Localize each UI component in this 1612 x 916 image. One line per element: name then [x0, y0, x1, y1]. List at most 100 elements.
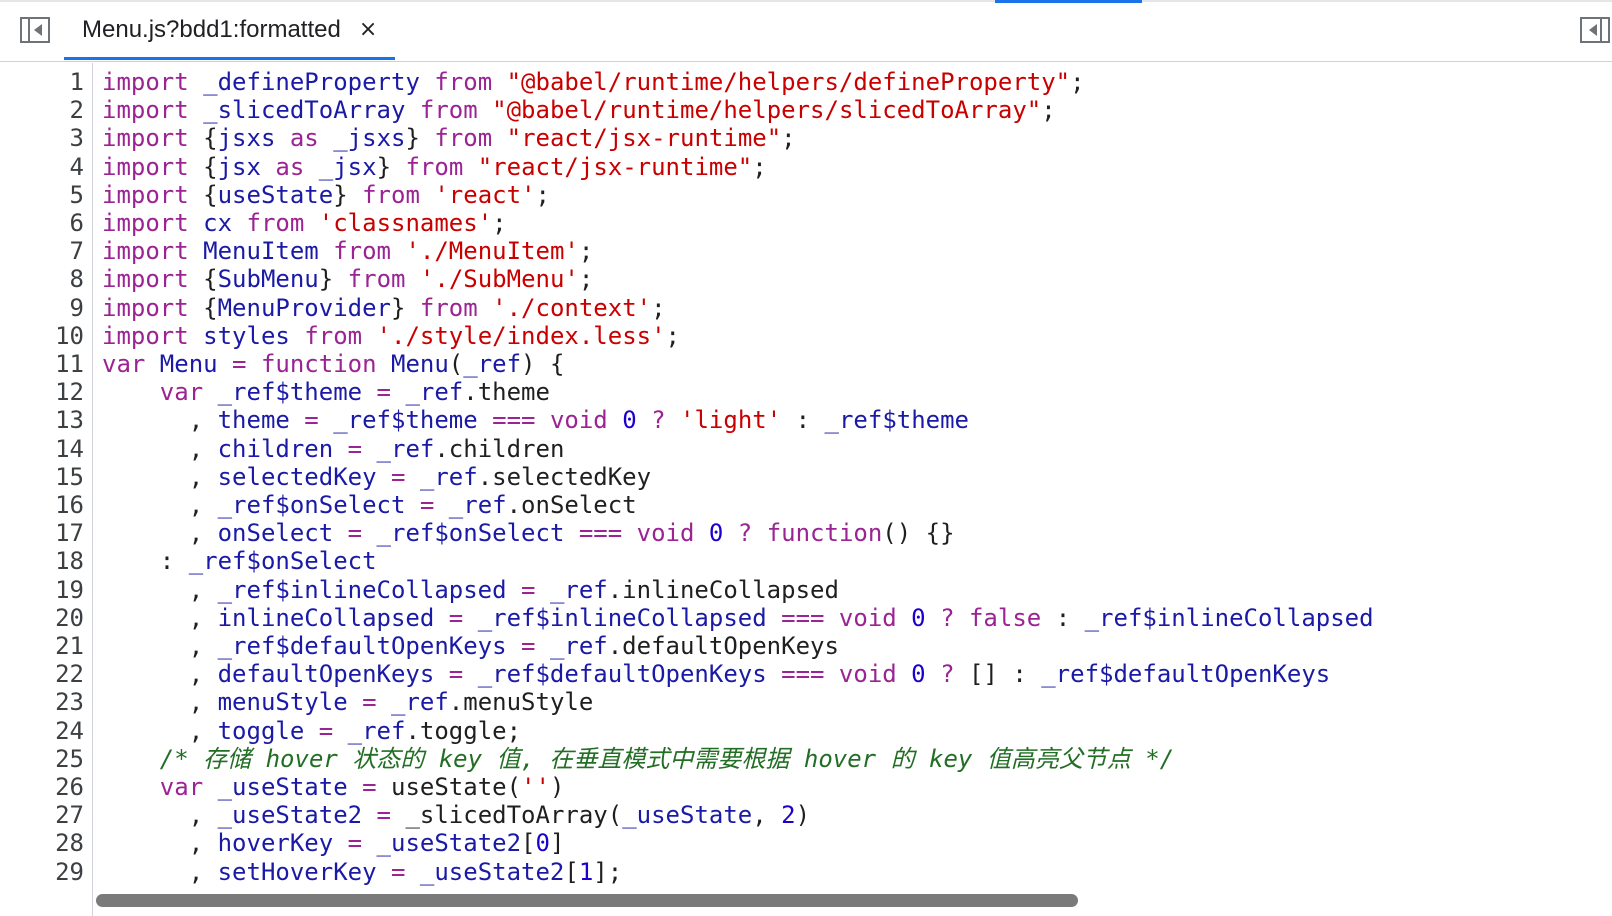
code-token: _ref [463, 350, 522, 378]
line-number[interactable]: 4 [0, 153, 84, 182]
code-token: } [376, 152, 406, 181]
code-editor[interactable]: 1 2 3 4 5 6 7 8 9 10 11 12 13 14 15 16 17 18 19 20 21 22 23 24 2… [0, 63, 1612, 916]
code-token: [ [564, 857, 579, 886]
line-number[interactable]: 29 [0, 858, 84, 887]
line-number[interactable]: 8 [0, 265, 84, 294]
code-token: , [102, 716, 218, 745]
code-token: from [434, 68, 507, 96]
line-number[interactable]: 28 [0, 829, 84, 858]
code-token: from [347, 265, 420, 294]
line-number[interactable]: 9 [0, 294, 84, 323]
line-number[interactable]: 21 [0, 632, 84, 661]
line-number[interactable]: 11 [0, 350, 84, 379]
line-number[interactable]: 18 [0, 547, 84, 576]
code-token: from [419, 293, 493, 322]
code-line[interactable]: : _ref$onSelect [102, 547, 377, 576]
code-token: _ref$theme [217, 378, 377, 407]
line-number[interactable]: 1 [0, 68, 84, 97]
code-line[interactable]: var Menu = function Menu(_ref) { [102, 350, 564, 379]
line-number[interactable]: 17 [0, 519, 84, 548]
code-line[interactable]: , _ref$defaultOpenKeys = _ref.defaultOpe… [102, 632, 839, 661]
code-token: : [102, 547, 189, 576]
code-token: selectedKey [217, 462, 391, 491]
code-token: } [391, 293, 420, 322]
code-line[interactable]: , menuStyle = _ref.menuStyle [102, 688, 594, 717]
code-content[interactable]: import _defineProperty from "@babel/runt… [102, 63, 1602, 916]
line-number[interactable]: 15 [0, 463, 84, 492]
line-number[interactable]: 25 [0, 745, 84, 774]
line-number[interactable]: 12 [0, 378, 84, 407]
code-token: "@babel/runtime/helpers/slicedToArray" [492, 96, 1042, 125]
code-line[interactable]: import {jsx as _jsx} from "react/jsx-run… [102, 153, 767, 182]
code-line[interactable]: , onSelect = _ref$onSelect === void 0 ? … [102, 519, 955, 548]
code-line[interactable]: , selectedKey = _ref.selectedKey [102, 463, 651, 492]
code-line[interactable]: /* 存储 hover 状态的 key 值, 在垂直模式中需要根据 hover … [102, 745, 1174, 774]
code-token: _ref$defaultOpenKeys [217, 632, 522, 660]
line-number[interactable]: 13 [0, 406, 84, 435]
line-number[interactable]: 2 [0, 96, 84, 125]
code-token: = [390, 857, 420, 886]
code-line[interactable]: , setHoverKey = _useState2[1]; [102, 857, 623, 887]
close-icon[interactable]: × [359, 18, 377, 41]
code-token: './style/index.less' [376, 321, 666, 350]
line-number[interactable]: 14 [0, 435, 84, 464]
line-number[interactable]: 26 [0, 773, 84, 802]
code-line[interactable]: , _ref$onSelect = _ref.onSelect [102, 491, 637, 520]
code-token: = [521, 575, 550, 604]
code-line[interactable]: import styles from './style/index.less'; [102, 322, 680, 351]
code-token: 2 [781, 801, 796, 830]
code-line[interactable]: , _ref$inlineCollapsed = _ref.inlineColl… [102, 576, 839, 605]
code-line[interactable]: import cx from 'classnames'; [102, 209, 507, 238]
code-token: === [781, 603, 839, 632]
tab-title: Menu.js?bdd1:formatted [82, 15, 341, 43]
code-token: = [521, 632, 550, 660]
code-line[interactable]: import _slicedToArray from "@babel/runti… [102, 96, 1056, 125]
code-token: ] [549, 829, 565, 858]
code-token: , [102, 688, 218, 717]
line-number[interactable]: 19 [0, 576, 84, 605]
code-token: = [376, 801, 406, 830]
toggle-debugger-button[interactable] [1580, 16, 1610, 44]
code-line[interactable]: import {MenuProvider} from './context'; [102, 294, 666, 323]
code-line[interactable]: import {jsxs as _jsxs} from "react/jsx-r… [102, 124, 796, 153]
code-line[interactable]: , hoverKey = _useState2[0] [102, 829, 565, 858]
line-number[interactable]: 16 [0, 491, 84, 520]
code-line[interactable]: var _ref$theme = _ref.theme [102, 378, 550, 407]
code-line[interactable]: import {useState} from 'react'; [102, 181, 550, 210]
line-number[interactable]: 3 [0, 124, 84, 153]
line-number[interactable]: 23 [0, 688, 84, 717]
code-token: .children [434, 434, 565, 463]
tab-menu-js-formatted[interactable]: Menu.js?bdd1:formatted × [64, 2, 396, 60]
horizontal-scrollbar[interactable] [96, 894, 1078, 907]
line-number[interactable]: 22 [0, 660, 84, 689]
line-number[interactable]: 24 [0, 717, 84, 746]
code-line[interactable]: , theme = _ref$theme === void 0 ? 'light… [102, 406, 969, 435]
line-number[interactable]: 27 [0, 801, 84, 830]
code-line[interactable]: import {SubMenu} from './SubMenu'; [102, 265, 593, 294]
toggle-navigator-button[interactable] [20, 16, 50, 44]
code-token: void [838, 603, 912, 632]
line-number[interactable]: 6 [0, 209, 84, 238]
code-line[interactable]: import _defineProperty from "@babel/runt… [102, 68, 1085, 97]
code-token: 0 [708, 519, 738, 548]
line-number[interactable]: 5 [0, 181, 84, 210]
code-token: ; [1041, 96, 1056, 125]
code-line[interactable]: , defaultOpenKeys = _ref$defaultOpenKeys… [102, 660, 1331, 689]
code-line[interactable]: , children = _ref.children [102, 434, 565, 464]
code-token: , [102, 575, 218, 604]
code-token: , [102, 801, 218, 830]
code-line[interactable]: import MenuItem from './MenuItem'; [102, 237, 593, 266]
code-line[interactable]: , inlineCollapsed = _ref$inlineCollapsed… [102, 604, 1374, 633]
line-number[interactable]: 10 [0, 322, 84, 351]
line-number[interactable]: 20 [0, 604, 84, 633]
line-number[interactable]: 7 [0, 237, 84, 266]
code-line[interactable]: var _useState = useState('') [102, 773, 565, 802]
code-token: { [203, 124, 218, 153]
code-line[interactable]: , _useState2 = _slicedToArray(_useState,… [102, 801, 810, 830]
code-token: ; [651, 293, 666, 322]
code-line[interactable]: , toggle = _ref.toggle; [102, 717, 521, 746]
code-token: _ref$onSelect [188, 547, 377, 576]
